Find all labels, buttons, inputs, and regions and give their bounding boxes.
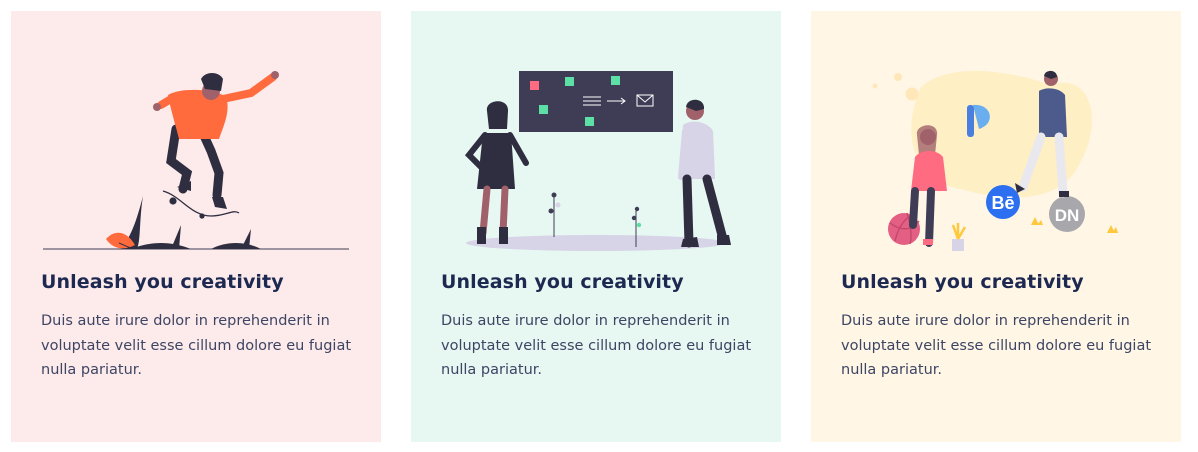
card-title: Unleash you creativity [441,271,684,293]
card-description: Duis aute irure dolor in reprehenderit i… [441,313,752,378]
behance-badge-label: Bē [991,193,1014,213]
feature-card: Unleash you creativity Duis aute irure d… [11,11,381,442]
dn-badge-label: DN [1055,206,1080,225]
jumping-person-illustration [11,11,381,261]
feature-card: Bē DN Unleash you creativity Duis aute i… [811,11,1181,442]
card-description: Duis aute irure dolor in reprehenderit i… [841,313,1152,378]
card-title: Unleash you creativity [41,271,284,293]
feature-card: Unleash you creativity Duis aute irure d… [411,11,781,442]
card-title: Unleash you creativity [841,271,1084,293]
people-at-board-illustration [411,11,781,261]
card-description: Duis aute irure dolor in reprehenderit i… [41,313,352,378]
social-icons-illustration: Bē DN [811,11,1181,261]
